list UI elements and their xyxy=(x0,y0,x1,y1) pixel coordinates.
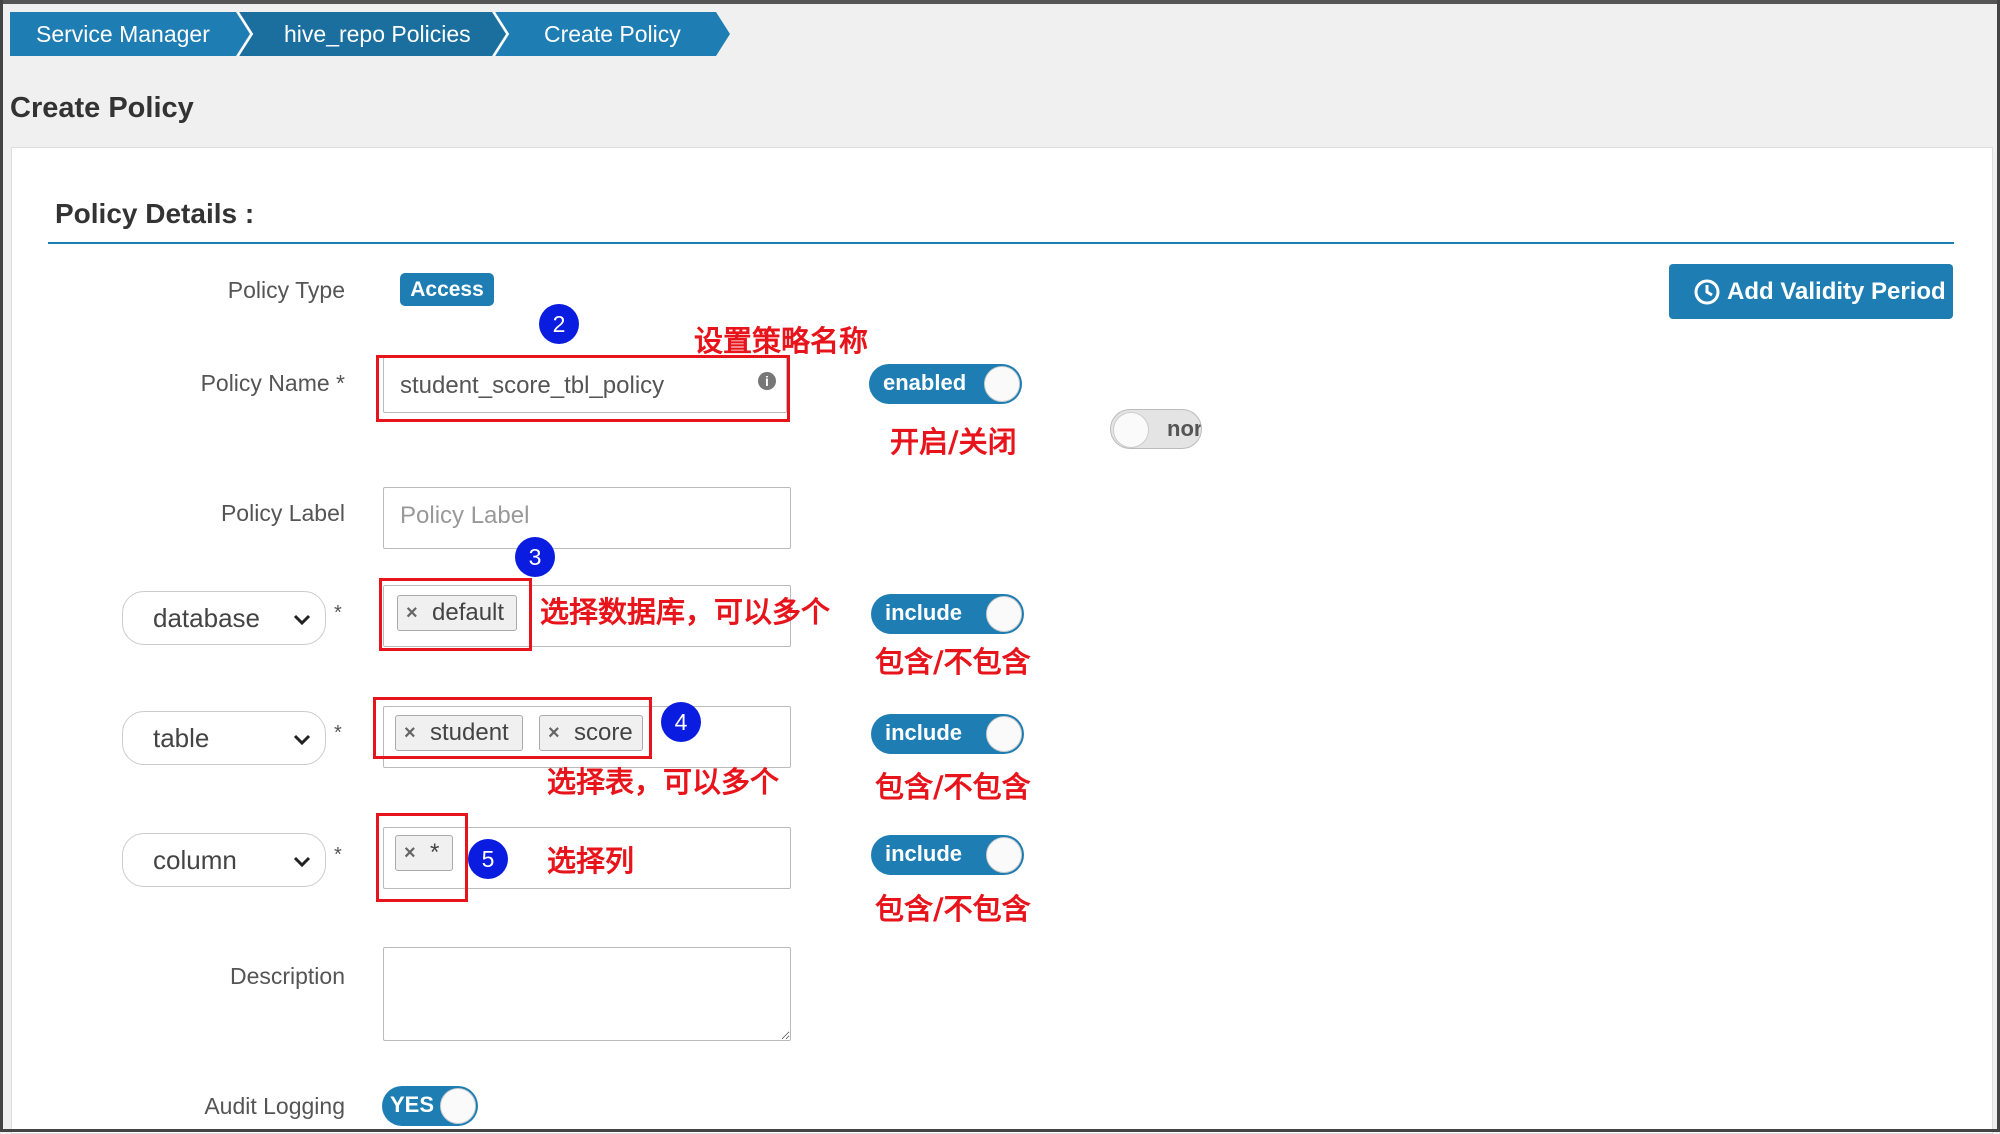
resource-type-select-column[interactable]: column xyxy=(122,833,326,887)
database-include-toggle[interactable]: include xyxy=(871,594,1024,634)
include-toggle-label: include xyxy=(885,841,963,866)
breadcrumb-item-service-manager[interactable]: Service Manager xyxy=(10,12,250,56)
resource-type-value: column xyxy=(153,845,237,875)
toggle-knob xyxy=(984,366,1020,402)
toggle-knob xyxy=(986,596,1022,632)
required-marker: * xyxy=(334,722,342,744)
clock-icon xyxy=(1694,279,1720,305)
annotation-highlight-box xyxy=(373,697,652,759)
step-5-marker: 5 xyxy=(468,839,508,879)
description-textarea[interactable] xyxy=(383,947,791,1041)
table-annotation: 选择表，可以多个 xyxy=(547,765,780,799)
step-2-marker: 2 xyxy=(539,304,579,344)
enabled-toggle[interactable]: enabled xyxy=(869,364,1022,404)
policy-label-placeholder: Policy Label xyxy=(400,502,530,529)
breadcrumb-item-create-policy[interactable]: Create Policy xyxy=(494,12,730,56)
policy-label-label: Policy Label xyxy=(220,500,345,526)
step-4-marker: 4 xyxy=(661,702,701,742)
add-validity-period-button[interactable]: Add Validity Period xyxy=(1669,264,1953,319)
page-title: Create Policy xyxy=(10,92,194,124)
database-include-annotation: 包含/不包含 xyxy=(875,645,1031,679)
column-annotation: 选择列 xyxy=(547,844,635,878)
section-title: Policy Details : xyxy=(55,198,255,229)
required-marker: * xyxy=(334,844,342,866)
description-label: Description xyxy=(229,963,345,989)
resource-type-select-database[interactable]: database xyxy=(122,591,326,645)
policy-label-input[interactable]: Policy Label xyxy=(383,487,791,549)
include-toggle-label: include xyxy=(885,600,963,625)
toggle-knob xyxy=(986,716,1022,752)
required-marker: * xyxy=(334,602,342,624)
breadcrumb-item-hive-repo-policies[interactable]: hive_repo Policies xyxy=(238,12,506,56)
window-frame-top xyxy=(0,0,2000,4)
breadcrumb-label: hive_repo Policies xyxy=(284,21,471,47)
toggle-knob xyxy=(1113,412,1149,448)
include-toggle-label: include xyxy=(885,720,963,745)
annotation-highlight-box xyxy=(376,813,468,902)
annotation-highlight-box xyxy=(379,578,532,651)
database-annotation: 选择数据库，可以多个 xyxy=(540,595,831,629)
audit-logging-label: Audit Logging xyxy=(204,1093,345,1119)
resource-type-value: database xyxy=(153,603,260,633)
policy-type-badge: Access xyxy=(400,273,494,306)
enabled-toggle-label: enabled xyxy=(883,370,967,395)
annotation-highlight-box xyxy=(376,355,790,422)
chevron-down-icon xyxy=(293,614,311,626)
column-include-toggle[interactable]: include xyxy=(871,835,1024,875)
normal-toggle[interactable]: nor xyxy=(1110,409,1202,449)
audit-logging-toggle-label: YES xyxy=(390,1092,435,1117)
policy-name-annotation: 设置策略名称 xyxy=(694,324,869,358)
audit-logging-toggle[interactable]: YES xyxy=(382,1086,478,1126)
chevron-down-icon xyxy=(293,856,311,868)
enable-annotation: 开启/关闭 xyxy=(890,425,1017,459)
breadcrumb-label: Create Policy xyxy=(544,21,681,47)
breadcrumb-label: Service Manager xyxy=(36,21,210,47)
column-include-annotation: 包含/不包含 xyxy=(875,892,1031,926)
resource-type-value: table xyxy=(153,723,210,753)
table-include-toggle[interactable]: include xyxy=(871,714,1024,754)
add-validity-period-label: Add Validity Period xyxy=(1727,278,1946,305)
toggle-knob xyxy=(440,1088,476,1124)
window-frame-left xyxy=(0,0,3,1132)
toggle-knob xyxy=(986,837,1022,873)
table-include-annotation: 包含/不包含 xyxy=(875,770,1031,804)
normal-toggle-label: nor xyxy=(1167,416,1202,441)
chevron-down-icon xyxy=(293,734,311,746)
policy-type-label: Policy Type xyxy=(227,277,345,303)
policy-name-label: Policy Name * xyxy=(200,370,345,396)
resource-type-select-table[interactable]: table xyxy=(122,711,326,765)
step-3-marker: 3 xyxy=(515,537,555,577)
section-divider xyxy=(48,242,1954,244)
